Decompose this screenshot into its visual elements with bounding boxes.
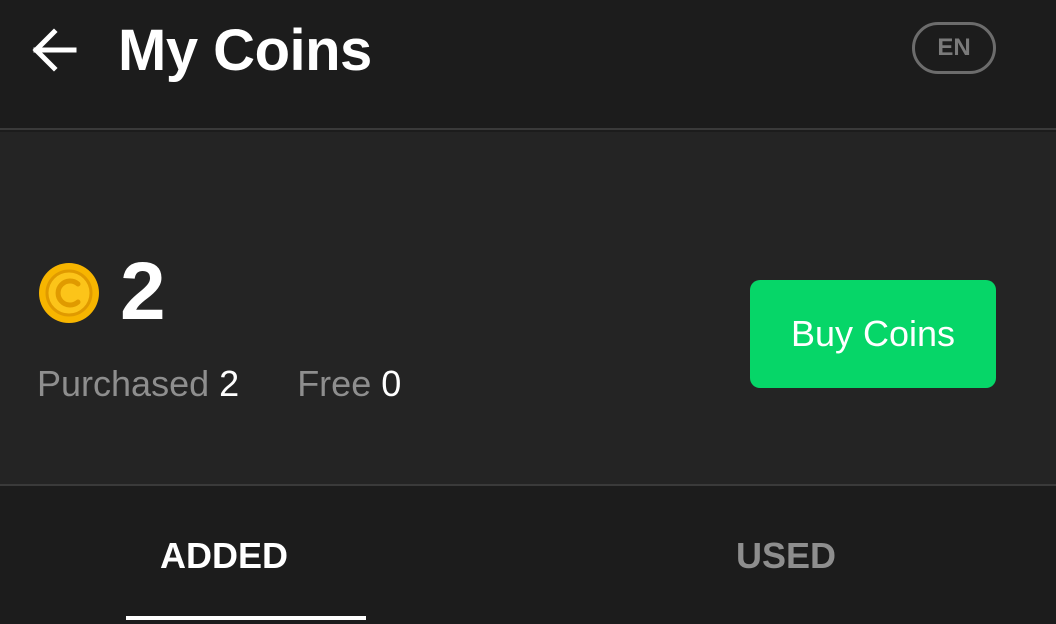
balance-breakdown: Purchased 2 Free 0 — [37, 360, 401, 408]
active-tab-indicator — [126, 616, 366, 620]
coin-balance: 2 — [120, 246, 166, 337]
app-header: My Coins EN — [0, 0, 1056, 130]
back-button[interactable] — [22, 18, 86, 82]
coin-icon — [39, 263, 99, 323]
tab-used[interactable]: USED — [522, 488, 1050, 624]
purchased-label: Purchased — [37, 363, 210, 404]
free-value: 0 — [381, 363, 402, 404]
tab-added[interactable]: ADDED — [0, 488, 488, 624]
language-selector[interactable]: EN — [912, 22, 996, 74]
history-tabs: ADDED USED — [0, 488, 1056, 624]
buy-coins-button[interactable]: Buy Coins — [750, 280, 996, 388]
balance-panel: 2 Purchased 2 Free 0 Buy Coins — [0, 132, 1056, 486]
purchased-value: 2 — [219, 363, 240, 404]
page-title: My Coins — [118, 18, 372, 83]
free-label: Free — [297, 363, 372, 404]
arrow-left-icon — [32, 28, 77, 72]
